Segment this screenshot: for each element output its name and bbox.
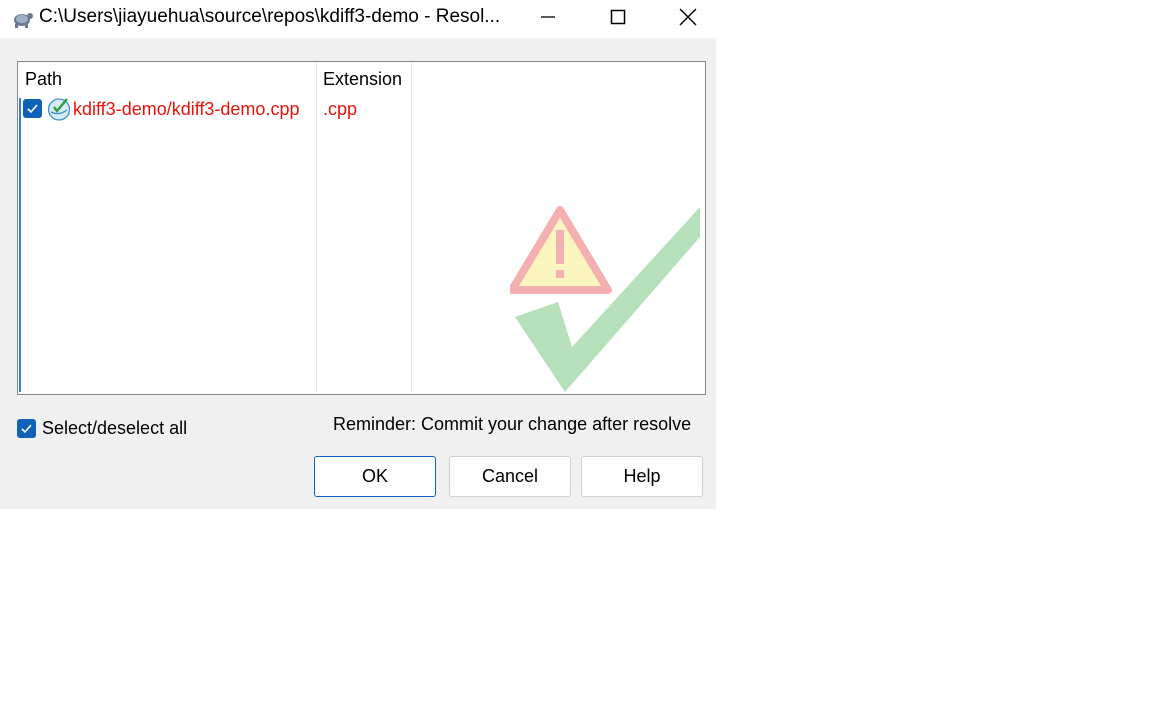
maximize-icon: [610, 9, 626, 25]
select-all-label[interactable]: Select/deselect all: [42, 418, 187, 439]
checkmark-icon: [27, 104, 38, 114]
tortoise-icon: [14, 13, 33, 28]
checkmark-icon: [21, 423, 32, 433]
table-row[interactable]: kdiff3-demo/kdiff3-demo.cpp .cpp: [18, 96, 704, 122]
row-extension-text: .cpp: [323, 99, 358, 119]
maximize-button[interactable]: [583, 0, 653, 34]
minimize-button[interactable]: [513, 0, 583, 34]
column-header-path[interactable]: Path: [18, 62, 316, 96]
focus-indicator: [19, 98, 21, 392]
conflict-file-list[interactable]: Path Extension kdiff3-demo/kdiff3-demo.c…: [17, 61, 706, 395]
cancel-button[interactable]: Cancel: [449, 456, 571, 497]
close-icon: [679, 8, 697, 26]
minimize-icon: [541, 16, 555, 18]
resolve-dialog: C:\Users\jiayuehua\source\repos\kdiff3-d…: [0, 0, 716, 509]
column-header-extension[interactable]: Extension: [316, 62, 412, 96]
select-all-checkbox[interactable]: [17, 418, 36, 438]
window-title: C:\Users\jiayuehua\source\repos\kdiff3-d…: [39, 6, 501, 27]
ok-button[interactable]: OK: [314, 456, 436, 497]
help-button[interactable]: Help: [581, 456, 703, 497]
warning-checkmark-watermark: [510, 206, 700, 392]
close-button[interactable]: [653, 0, 723, 34]
conflict-file-icon: [47, 98, 71, 121]
row-checkbox[interactable]: [23, 99, 42, 118]
title-bar[interactable]: C:\Users\jiayuehua\source\repos\kdiff3-d…: [0, 0, 716, 38]
row-path-text: kdiff3-demo/kdiff3-demo.cpp: [73, 99, 300, 119]
reminder-text: Reminder: Commit your change after resol…: [333, 414, 692, 434]
select-all-control[interactable]: Select/deselect all: [17, 417, 187, 439]
